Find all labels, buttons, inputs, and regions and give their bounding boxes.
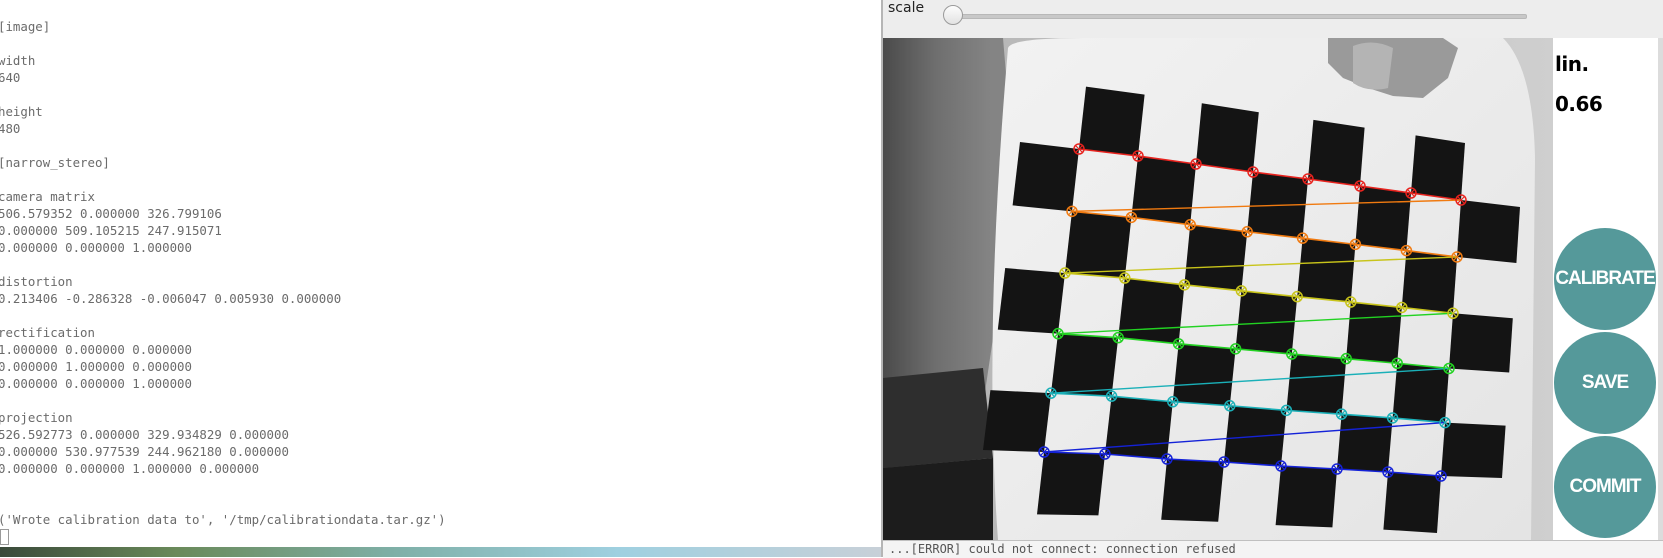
- checker-square: [1105, 396, 1173, 459]
- terminal-cursor[interactable]: [0, 529, 9, 545]
- terminal-line: 0.000000 530.977539 244.962180 0.000000: [0, 444, 289, 459]
- terminal-line: camera matrix: [0, 189, 95, 204]
- checker-square: [1355, 186, 1411, 251]
- checker-square: [1051, 333, 1119, 397]
- checker-square: [1457, 200, 1520, 263]
- checker-square: [1065, 211, 1132, 279]
- terminal-line: distortion: [0, 274, 73, 289]
- terminal-line: 0.000000 509.105215 247.915071: [0, 223, 222, 238]
- terminal-line: [narrow_stereo]: [0, 155, 110, 170]
- side-panel: lin. 0.66 CALIBRATE SAVE COMMIT: [1553, 38, 1663, 540]
- checker-square: [1196, 103, 1259, 172]
- checker-square: [1161, 459, 1224, 522]
- checker-square: [1012, 142, 1079, 212]
- scale-slider-thumb[interactable]: [943, 5, 963, 25]
- checker-square: [1118, 278, 1185, 344]
- terminal-line: projection: [0, 410, 73, 425]
- checker-square: [1383, 472, 1441, 533]
- terminal-line: 640: [0, 70, 21, 85]
- terminal-line: height: [0, 104, 43, 119]
- terminal-line: 0.000000 1.000000 0.000000: [0, 359, 192, 374]
- checker-square: [1297, 238, 1356, 303]
- checker-square: [1337, 414, 1393, 472]
- camera-image: [883, 38, 1553, 540]
- lin-value: 0.66: [1555, 92, 1603, 116]
- checker-square: [1184, 224, 1248, 291]
- checker-square: [1037, 452, 1105, 516]
- status-bar: ...[ERROR] could not connect: connection…: [883, 540, 1663, 558]
- checkerboard-view: [883, 38, 1553, 540]
- save-button[interactable]: SAVE: [1554, 332, 1656, 434]
- terminal-line: 506.579352 0.000000 326.799106: [0, 206, 222, 221]
- checker-square: [983, 390, 1051, 452]
- terminal-output: [image] width 640 height 480 [narrow_stereo]c…: [0, 18, 446, 528]
- checker-square: [1441, 422, 1506, 478]
- terminal-line: 526.592773 0.000000 329.934829 0.000000: [0, 427, 289, 442]
- checker-square: [997, 268, 1065, 334]
- terminal-line: 1.000000 0.000000 0.000000: [0, 342, 192, 357]
- window-edge: [1658, 38, 1663, 540]
- checker-square: [1449, 313, 1513, 373]
- scale-slider[interactable]: [955, 14, 1527, 19]
- checker-square: [1286, 354, 1347, 415]
- taskbar-strip: [0, 547, 883, 557]
- terminal-pane: [image] width 640 height 480 [narrow_stereo]c…: [0, 0, 880, 545]
- terminal-line: 480: [0, 121, 21, 136]
- terminal-line: 0.000000 0.000000 1.000000: [0, 376, 192, 391]
- checker-square: [1392, 363, 1449, 423]
- commit-button[interactable]: COMMIT: [1554, 436, 1656, 538]
- terminal-line: width: [0, 53, 36, 68]
- checker-square: [1401, 250, 1457, 314]
- checker-square: [1172, 343, 1236, 406]
- terminal-line: 0.000000 0.000000 1.000000: [0, 240, 192, 255]
- terminal-line: ('Wrote calibration data to', '/tmp/cali…: [0, 512, 446, 527]
- calibration-window: scale lin. 0.66 CALIBRATE SAVE COMMIT ..…: [883, 0, 1663, 558]
- lin-label: lin.: [1555, 52, 1589, 76]
- checker-square: [1131, 156, 1196, 225]
- terminal-line: rectification: [0, 325, 95, 340]
- terminal-line: [image]: [0, 19, 51, 34]
- terminal-line: 0.000000 0.000000 1.000000 0.000000: [0, 461, 260, 476]
- checker-square: [1308, 119, 1365, 186]
- checker-square: [1275, 466, 1337, 528]
- calibrate-button[interactable]: CALIBRATE: [1554, 228, 1656, 330]
- scale-label: scale: [888, 0, 925, 16]
- terminal-line: 0.213406 -0.286328 -0.006047 0.005930 0.…: [0, 291, 342, 306]
- checker-square: [1346, 302, 1402, 364]
- checker-square: [1411, 135, 1465, 200]
- status-text: ...[ERROR] could not connect: connection…: [889, 542, 1236, 556]
- checker-square: [1079, 86, 1145, 156]
- scale-toolbar: scale: [883, 0, 1663, 39]
